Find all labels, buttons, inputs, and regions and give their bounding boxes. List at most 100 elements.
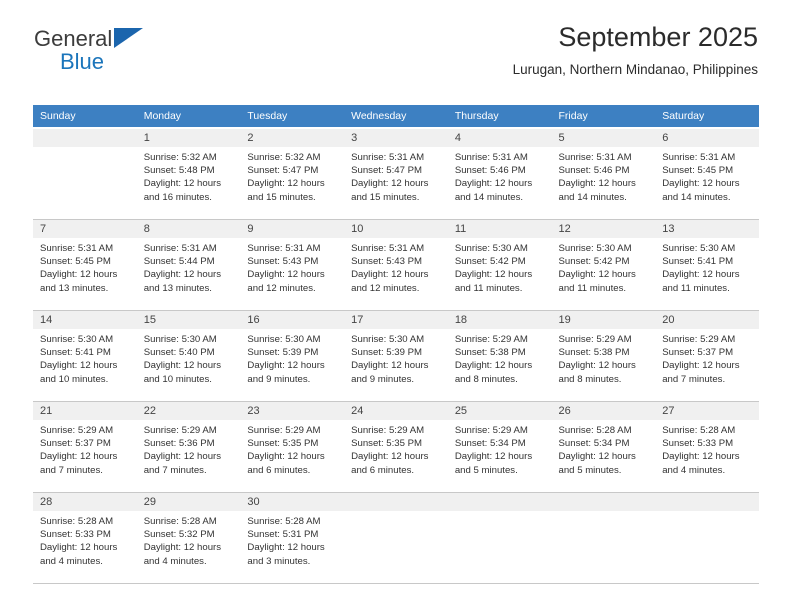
sunrise-time: Sunrise: 5:28 AM [662, 425, 736, 436]
daylight-duration-line1: Daylight: 12 hours [454, 178, 533, 190]
calendar-day-cell[interactable]: 3 Sunrise: 5:31 AM Sunset: 5:47 PM Daylight… [344, 128, 448, 220]
calendar-day-cell[interactable]: 9 Sunrise: 5:31 AM Sunset: 5:43 PM Daylight… [240, 219, 345, 311]
day-number: 16 [240, 311, 345, 329]
calendar-day-cell[interactable]: 20 Sunrise: 5:29 AM Sunset: 5:37 PM Dayligh… [655, 310, 759, 402]
sunset-time: Sunset: 5:41 PM [40, 347, 111, 359]
day-number: 17 [344, 311, 448, 329]
daylight-duration-line2: and 16 minutes. [143, 191, 212, 203]
daylight-duration-line2: and 13 minutes. [40, 282, 109, 294]
calendar-day-cell[interactable]: 25 Sunrise: 5:29 AM Sunset: 5:34 PM Dayligh… [447, 401, 552, 493]
calendar-day-cell[interactable]: 12 Sunrise: 5:30 AM Sunset: 5:42 PM Dayligh… [551, 219, 656, 311]
generalblue-logo[interactable]: General Blue [34, 28, 164, 73]
day-number: 1 [136, 129, 241, 147]
sunset-time: Sunset: 5:41 PM [662, 256, 734, 268]
calendar-day-cell[interactable]: 8 Sunrise: 5:31 AM Sunset: 5:44 PM Daylight… [136, 219, 241, 311]
calendar-week-row: 1 Sunrise: 5:32 AM Sunset: 5:48 PM Daylight… [33, 128, 759, 220]
daylight-duration-line2: and 8 minutes. [558, 373, 622, 385]
sunset-time: Sunset: 5:42 PM [558, 256, 630, 268]
day-cell-inner [655, 493, 759, 583]
day-details: Sunrise: 5:31 AM Sunset: 5:45 PM Daylight:… [33, 238, 137, 295]
day-details: Sunrise: 5:28 AM Sunset: 5:33 PM Daylight:… [655, 420, 759, 477]
sunset-time: Sunset: 5:38 PM [454, 347, 526, 359]
daylight-duration-line2: and 14 minutes. [454, 191, 524, 203]
day-number: 10 [344, 220, 448, 238]
day-details: Sunrise: 5:29 AM Sunset: 5:35 PM Daylight:… [344, 420, 448, 477]
calendar-day-cell[interactable]: 13 Sunrise: 5:30 AM Sunset: 5:41 PM Dayligh… [655, 219, 759, 311]
sunset-time: Sunset: 5:46 PM [454, 165, 526, 177]
daylight-duration-line2: and 8 minutes. [454, 373, 518, 385]
calendar-day-cell[interactable]: 23 Sunrise: 5:29 AM Sunset: 5:35 PM Dayligh… [240, 401, 345, 493]
calendar-day-cell[interactable]: 15 Sunrise: 5:30 AM Sunset: 5:40 PM Dayligh… [136, 310, 241, 402]
calendar-day-cell[interactable]: 5 Sunrise: 5:31 AM Sunset: 5:46 PM Daylight… [551, 128, 656, 220]
weekday-header-thursday: Thursday [447, 105, 552, 129]
calendar-day-cell[interactable]: 11 Sunrise: 5:30 AM Sunset: 5:42 PM Dayligh… [447, 219, 552, 311]
sunrise-time: Sunrise: 5:32 AM [247, 152, 321, 163]
sunrise-time: Sunrise: 5:31 AM [247, 243, 321, 254]
calendar-day-cell[interactable]: 16 Sunrise: 5:30 AM Sunset: 5:39 PM Dayligh… [240, 310, 345, 402]
daylight-duration-line1: Daylight: 12 hours [143, 269, 222, 281]
weekday-header-tuesday: Tuesday [240, 105, 345, 129]
calendar-day-cell[interactable]: 2 Sunrise: 5:32 AM Sunset: 5:47 PM Daylight… [240, 128, 345, 220]
sunrise-time: Sunrise: 5:30 AM [40, 334, 114, 345]
title-block: September 2025 Lurugan, Northern Mindana… [513, 22, 758, 77]
daylight-duration-line2: and 7 minutes. [143, 464, 207, 476]
sunrise-time: Sunrise: 5:28 AM [558, 425, 632, 436]
calendar-day-cell[interactable]: 4 Sunrise: 5:31 AM Sunset: 5:46 PM Daylight… [447, 128, 552, 220]
day-details: Sunrise: 5:31 AM Sunset: 5:47 PM Daylight:… [344, 147, 448, 204]
sunset-time: Sunset: 5:32 PM [143, 529, 215, 541]
daylight-duration-line1: Daylight: 12 hours [662, 269, 740, 281]
day-cell-inner: 14 Sunrise: 5:30 AM Sunset: 5:41 PM Dayligh… [33, 311, 137, 401]
weekday-header-wednesday: Wednesday [344, 105, 448, 129]
sunset-time: Sunset: 5:37 PM [40, 438, 111, 450]
calendar-day-cell[interactable]: 30 Sunrise: 5:28 AM Sunset: 5:31 PM Dayligh… [240, 492, 345, 584]
calendar-day-cell[interactable]: 18 Sunrise: 5:29 AM Sunset: 5:38 PM Dayligh… [447, 310, 552, 402]
calendar-day-cell[interactable]: 26 Sunrise: 5:28 AM Sunset: 5:34 PM Dayligh… [551, 401, 656, 493]
calendar-day-cell[interactable]: 22 Sunrise: 5:29 AM Sunset: 5:36 PM Dayligh… [136, 401, 241, 493]
calendar-day-cell[interactable]: 28 Sunrise: 5:28 AM Sunset: 5:33 PM Dayligh… [33, 492, 137, 584]
daylight-duration-line1: Daylight: 12 hours [351, 178, 429, 190]
day-number: 6 [655, 129, 759, 147]
day-cell-inner: 29 Sunrise: 5:28 AM Sunset: 5:32 PM Dayligh… [136, 493, 241, 583]
calendar-day-cell[interactable]: 14 Sunrise: 5:30 AM Sunset: 5:41 PM Dayligh… [33, 310, 137, 402]
calendar-day-cell[interactable]: 1 Sunrise: 5:32 AM Sunset: 5:48 PM Daylight… [136, 128, 241, 220]
day-details: Sunrise: 5:31 AM Sunset: 5:46 PM Daylight:… [552, 147, 656, 204]
sunset-time: Sunset: 5:34 PM [454, 438, 526, 450]
daylight-duration-line1: Daylight: 12 hours [558, 451, 636, 463]
daylight-duration-line2: and 6 minutes. [247, 464, 311, 476]
calendar-day-cell[interactable]: 17 Sunrise: 5:30 AM Sunset: 5:39 PM Dayligh… [344, 310, 448, 402]
sunset-time: Sunset: 5:46 PM [558, 165, 630, 177]
day-number: 20 [655, 311, 759, 329]
sunrise-time: Sunrise: 5:31 AM [558, 152, 632, 163]
calendar-day-cell[interactable]: 7 Sunrise: 5:31 AM Sunset: 5:45 PM Daylight… [33, 219, 137, 311]
sunrise-time: Sunrise: 5:28 AM [143, 516, 217, 527]
daylight-duration-line2: and 3 minutes. [247, 555, 311, 567]
sunrise-time: Sunrise: 5:28 AM [247, 516, 321, 527]
day-number: 23 [240, 402, 345, 420]
daylight-duration-line2: and 6 minutes. [351, 464, 415, 476]
day-details: Sunrise: 5:30 AM Sunset: 5:42 PM Daylight:… [448, 238, 552, 295]
daylight-duration-line2: and 4 minutes. [662, 464, 726, 476]
calendar-week-row: 7 Sunrise: 5:31 AM Sunset: 5:45 PM Daylight… [33, 219, 759, 311]
daylight-duration-line1: Daylight: 12 hours [351, 360, 429, 372]
day-cell-inner: 19 Sunrise: 5:29 AM Sunset: 5:38 PM Dayligh… [551, 311, 656, 401]
sunset-time: Sunset: 5:45 PM [662, 165, 734, 177]
daylight-duration-line2: and 10 minutes. [40, 373, 109, 385]
sunset-time: Sunset: 5:31 PM [247, 529, 319, 541]
sunset-time: Sunset: 5:47 PM [351, 165, 423, 177]
sunset-time: Sunset: 5:42 PM [454, 256, 526, 268]
day-cell-inner [447, 493, 552, 583]
calendar-day-cell[interactable]: 6 Sunrise: 5:31 AM Sunset: 5:45 PM Daylight… [655, 128, 759, 220]
calendar-day-cell[interactable]: 24 Sunrise: 5:29 AM Sunset: 5:35 PM Dayligh… [344, 401, 448, 493]
calendar-day-cell[interactable]: 27 Sunrise: 5:28 AM Sunset: 5:33 PM Dayligh… [655, 401, 759, 493]
calendar-day-cell[interactable]: 21 Sunrise: 5:29 AM Sunset: 5:37 PM Dayligh… [33, 401, 137, 493]
sunset-time: Sunset: 5:35 PM [351, 438, 423, 450]
day-number: 25 [447, 402, 552, 420]
calendar-day-cell[interactable]: 10 Sunrise: 5:31 AM Sunset: 5:43 PM Dayligh… [344, 219, 448, 311]
sunset-time: Sunset: 5:48 PM [143, 165, 215, 177]
calendar-day-cell[interactable]: 19 Sunrise: 5:29 AM Sunset: 5:38 PM Dayligh… [551, 310, 656, 402]
sunset-time: Sunset: 5:38 PM [558, 347, 630, 359]
day-details: Sunrise: 5:28 AM Sunset: 5:33 PM Daylight:… [33, 511, 137, 568]
daylight-duration-line1: Daylight: 12 hours [40, 360, 118, 372]
day-details: Sunrise: 5:29 AM Sunset: 5:37 PM Daylight:… [33, 420, 137, 477]
calendar-day-cell[interactable]: 29 Sunrise: 5:28 AM Sunset: 5:32 PM Dayligh… [136, 492, 241, 584]
